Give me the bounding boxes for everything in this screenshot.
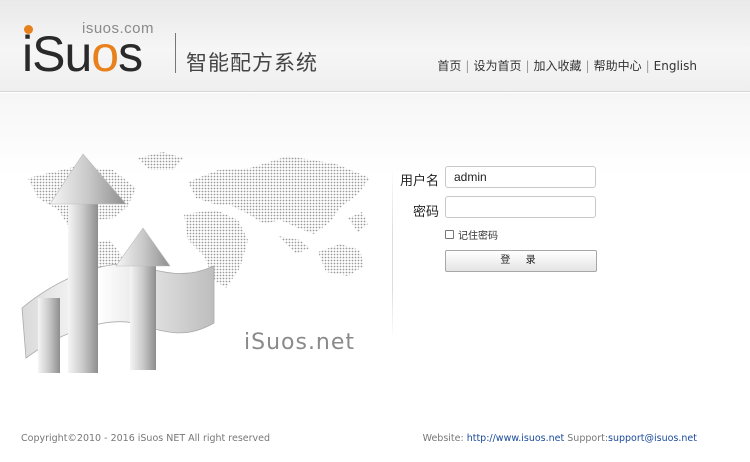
remember-checkbox[interactable] (445, 230, 454, 239)
nav-set-homepage[interactable]: 设为首页 (473, 59, 521, 73)
vertical-divider (392, 165, 393, 341)
bar-shape (38, 298, 60, 373)
remember-password[interactable]: 记住密码 (445, 227, 498, 242)
copyright-text: Copyright©2010 - 2016 iSuos NET All righ… (21, 433, 271, 444)
website-link[interactable]: http://www.isuos.net (467, 433, 565, 444)
nav-home[interactable]: 首页 (437, 59, 461, 73)
support-label: Support: (564, 433, 609, 444)
logo-wordmark-o: o (91, 26, 119, 82)
password-input[interactable] (445, 196, 596, 218)
contact-info: Website: http://www.isuos.net Support:su… (423, 433, 697, 444)
header: isuos.com iSuos 智能配方系统 首页 | 设为首页 | 加入收藏 | 帮助中心… (0, 0, 750, 92)
nav-separator: | (585, 59, 590, 73)
password-label: 密码 (412, 205, 439, 220)
brand-watermark: iSuos.net (244, 330, 356, 355)
nav-add-favorite[interactable]: 加入收藏 (534, 59, 582, 73)
footer: Copyright©2010 - 2016 iSuos NET All righ… (0, 423, 750, 462)
logo-divider (175, 33, 176, 73)
system-title: 智能配方系统 (186, 51, 318, 75)
nav-help-center[interactable]: 帮助中心 (594, 59, 642, 73)
nav-separator: | (525, 59, 530, 73)
main-area: iSuos.net 用户名 密码 记住密码 登 录 (0, 93, 750, 423)
logo-wordmark-suffix: s (118, 26, 143, 82)
remember-label: 记住密码 (458, 231, 498, 242)
logo[interactable]: isuos.com iSuos (22, 12, 172, 82)
login-button[interactable]: 登 录 (445, 250, 597, 272)
top-nav: 首页 | 设为首页 | 加入收藏 | 帮助中心 | English (437, 57, 697, 74)
username-label: 用户名 (399, 174, 439, 189)
logo-wordmark: iSuos (22, 26, 143, 82)
nav-english[interactable]: English (654, 59, 697, 73)
nav-separator: | (645, 59, 650, 73)
logo-wordmark-prefix: iSu (22, 26, 92, 82)
nav-separator: | (465, 59, 470, 73)
website-label: Website: (422, 433, 467, 444)
username-input[interactable] (445, 166, 596, 188)
support-email-link[interactable]: support@isuos.net (608, 433, 697, 444)
